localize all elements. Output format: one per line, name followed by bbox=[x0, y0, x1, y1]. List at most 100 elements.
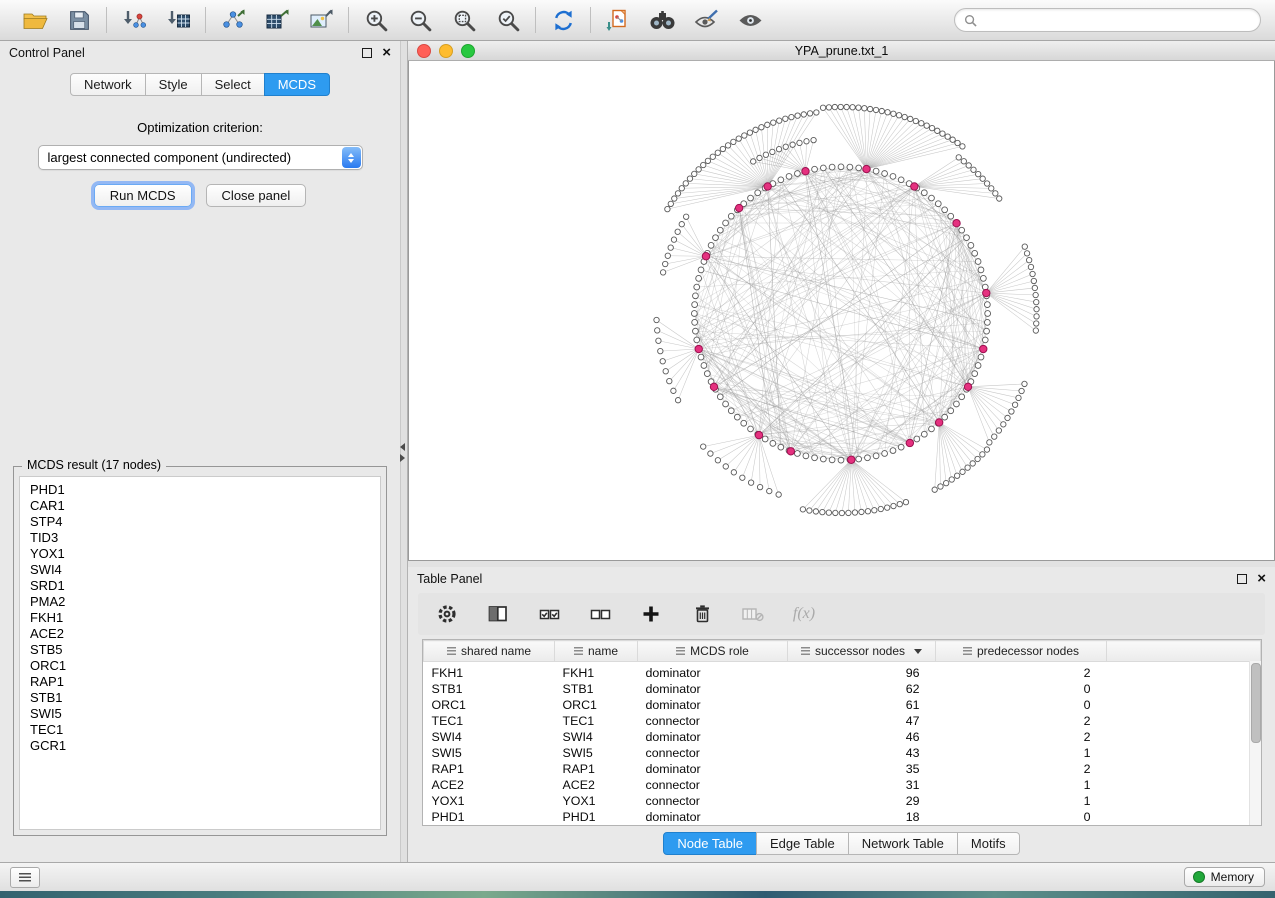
mcds-result-list[interactable]: PHD1CAR1STP4TID3YOX1SWI4SRD1PMA2FKH1ACE2… bbox=[19, 476, 381, 830]
minimize-window-icon[interactable] bbox=[439, 44, 453, 58]
optimization-dropdown[interactable]: largest connected component (undirected) bbox=[38, 145, 363, 170]
cell-successor-nodes: 43 bbox=[788, 745, 936, 761]
network-graph[interactable] bbox=[409, 61, 1274, 560]
show-columns-button[interactable] bbox=[483, 600, 513, 628]
table-row[interactable]: RAP1RAP1dominator352 bbox=[424, 761, 1261, 777]
mcds-result-item[interactable]: CAR1 bbox=[30, 498, 380, 514]
dropdown-stepper-icon bbox=[342, 147, 361, 168]
mcds-result-item[interactable]: SRD1 bbox=[30, 578, 380, 594]
memory-label: Memory bbox=[1211, 870, 1254, 884]
scrollbar-thumb[interactable] bbox=[1251, 663, 1261, 743]
cell-predecessor-nodes: 0 bbox=[936, 809, 1107, 825]
table-row[interactable]: SWI4SWI4dominator462 bbox=[424, 729, 1261, 745]
zoom-selected-button[interactable] bbox=[493, 6, 523, 34]
tab-motifs[interactable]: Motifs bbox=[957, 832, 1020, 855]
mcds-result-item[interactable]: TID3 bbox=[30, 530, 380, 546]
column-header-successor-nodes[interactable]: successor nodes bbox=[788, 641, 936, 662]
vertical-splitter[interactable] bbox=[400, 41, 408, 862]
export-image-button[interactable] bbox=[306, 6, 336, 34]
mcds-result-group: MCDS result (17 nodes) PHD1CAR1STP4TID3Y… bbox=[13, 466, 387, 836]
column-header-shared-name[interactable]: shared name bbox=[424, 641, 555, 662]
deselect-all-button[interactable] bbox=[585, 600, 615, 628]
add-column-button[interactable] bbox=[636, 600, 666, 628]
table-settings-button[interactable] bbox=[432, 600, 462, 628]
tab-edge-table[interactable]: Edge Table bbox=[756, 832, 849, 855]
refresh-button[interactable] bbox=[548, 6, 578, 34]
cell-predecessor-nodes: 2 bbox=[936, 729, 1107, 745]
open-file-button[interactable] bbox=[20, 6, 50, 34]
close-panel-button[interactable]: Close panel bbox=[206, 184, 307, 207]
cell-name: ACE2 bbox=[555, 777, 638, 793]
mcds-result-item[interactable]: PHD1 bbox=[30, 482, 380, 498]
cell-successor-nodes: 46 bbox=[788, 729, 936, 745]
column-header-name[interactable]: name bbox=[555, 641, 638, 662]
zoom-fit-button[interactable] bbox=[449, 6, 479, 34]
search-input[interactable] bbox=[983, 12, 1251, 28]
memory-button[interactable]: Memory bbox=[1184, 867, 1265, 887]
optimization-criterion-label: Optimization criterion: bbox=[0, 120, 400, 135]
style-visibility-button[interactable] bbox=[691, 6, 721, 34]
export-table-button[interactable] bbox=[262, 6, 292, 34]
close-panel-icon[interactable]: × bbox=[1257, 574, 1266, 584]
table-row[interactable]: ORC1ORC1dominator610 bbox=[424, 697, 1261, 713]
table-row[interactable]: TEC1TEC1connector472 bbox=[424, 713, 1261, 729]
mcds-result-item[interactable]: ACE2 bbox=[30, 626, 380, 642]
mcds-result-item[interactable]: PMA2 bbox=[30, 594, 380, 610]
tab-network-table[interactable]: Network Table bbox=[848, 832, 958, 855]
mcds-result-item[interactable]: FKH1 bbox=[30, 610, 380, 626]
float-window-icon[interactable] bbox=[1237, 574, 1247, 584]
mcds-result-item[interactable]: TEC1 bbox=[30, 722, 380, 738]
status-menu-button[interactable] bbox=[10, 867, 40, 888]
clone-network-button[interactable] bbox=[603, 6, 633, 34]
tab-select[interactable]: Select bbox=[201, 73, 265, 96]
cell-successor-nodes: 31 bbox=[788, 777, 936, 793]
cell-predecessor-nodes: 0 bbox=[936, 697, 1107, 713]
table-row[interactable]: SWI5SWI5connector431 bbox=[424, 745, 1261, 761]
column-header-predecessor-nodes[interactable]: predecessor nodes bbox=[936, 641, 1107, 662]
mcds-result-item[interactable]: SWI5 bbox=[30, 706, 380, 722]
cell-successor-nodes: 61 bbox=[788, 697, 936, 713]
close-panel-icon[interactable]: × bbox=[382, 48, 391, 58]
mcds-result-item[interactable]: STB5 bbox=[30, 642, 380, 658]
network-canvas[interactable] bbox=[408, 61, 1275, 561]
import-table-button[interactable] bbox=[163, 6, 193, 34]
mcds-result-item[interactable]: STB1 bbox=[30, 690, 380, 706]
mcds-result-item[interactable]: RAP1 bbox=[30, 674, 380, 690]
table-row[interactable]: ACE2ACE2connector311 bbox=[424, 777, 1261, 793]
column-header-mcds-role[interactable]: MCDS role bbox=[638, 641, 788, 662]
float-window-icon[interactable] bbox=[362, 48, 372, 58]
table-scrollbar[interactable] bbox=[1249, 661, 1261, 825]
splitter-collapse-icon[interactable] bbox=[400, 443, 405, 462]
tab-style[interactable]: Style bbox=[145, 73, 202, 96]
hide-column-button[interactable] bbox=[738, 600, 768, 628]
select-all-button[interactable] bbox=[534, 600, 564, 628]
mcds-result-item[interactable]: ORC1 bbox=[30, 658, 380, 674]
cell-predecessor-nodes: 1 bbox=[936, 745, 1107, 761]
table-row[interactable]: STB1STB1dominator620 bbox=[424, 681, 1261, 697]
cell-shared-name: YOX1 bbox=[424, 793, 555, 809]
save-button[interactable] bbox=[64, 6, 94, 34]
table-row[interactable]: FKH1FKH1dominator962 bbox=[424, 662, 1261, 682]
mcds-result-item[interactable]: GCR1 bbox=[30, 738, 380, 754]
delete-column-button[interactable] bbox=[687, 600, 717, 628]
zoom-out-button[interactable] bbox=[405, 6, 435, 34]
tab-node-table[interactable]: Node Table bbox=[663, 832, 757, 855]
zoom-window-icon[interactable] bbox=[461, 44, 475, 58]
search-box bbox=[954, 8, 1261, 32]
find-button[interactable] bbox=[647, 6, 677, 34]
show-hide-button[interactable] bbox=[735, 6, 765, 34]
table-row[interactable]: PHD1PHD1dominator180 bbox=[424, 809, 1261, 825]
table-row[interactable]: YOX1YOX1connector291 bbox=[424, 793, 1261, 809]
import-network-button[interactable] bbox=[119, 6, 149, 34]
mcds-result-item[interactable]: STP4 bbox=[30, 514, 380, 530]
control-panel-title: Control Panel bbox=[9, 46, 85, 60]
tab-mcds[interactable]: MCDS bbox=[264, 73, 330, 96]
export-network-button[interactable] bbox=[218, 6, 248, 34]
zoom-in-button[interactable] bbox=[361, 6, 391, 34]
tab-network[interactable]: Network bbox=[70, 73, 146, 96]
function-builder-button[interactable]: f(x) bbox=[789, 600, 819, 628]
mcds-result-item[interactable]: SWI4 bbox=[30, 562, 380, 578]
run-mcds-button[interactable]: Run MCDS bbox=[94, 184, 192, 207]
close-window-icon[interactable] bbox=[417, 44, 431, 58]
mcds-result-item[interactable]: YOX1 bbox=[30, 546, 380, 562]
